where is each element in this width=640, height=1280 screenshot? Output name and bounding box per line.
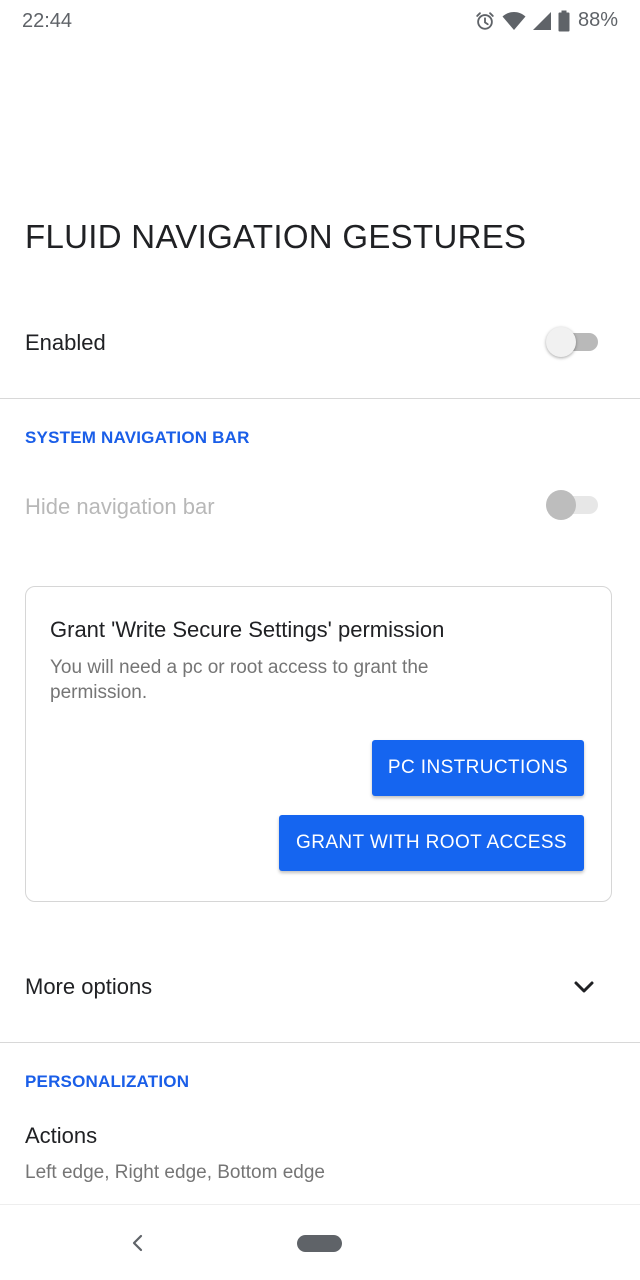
pc-instructions-button[interactable]: PC INSTRUCTIONS: [372, 740, 584, 796]
divider: [0, 1042, 640, 1043]
divider: [0, 398, 640, 399]
enabled-toggle[interactable]: [546, 327, 598, 357]
status-bar: 22:44 88%: [0, 0, 640, 44]
chevron-down-icon[interactable]: [572, 975, 596, 999]
permission-card: Grant 'Write Secure Settings' permission…: [25, 586, 612, 902]
grant-root-access-button[interactable]: GRANT WITH ROOT ACCESS: [279, 815, 584, 871]
section-header-system-navigation: SYSTEM NAVIGATION BAR: [25, 428, 250, 447]
hide-navigation-label: Hide navigation bar: [25, 494, 215, 519]
signal-icon: [532, 11, 552, 31]
toggle-thumb: [546, 490, 576, 520]
section-header-personalization: PERSONALIZATION: [25, 1072, 190, 1091]
page-title: FLUID NAVIGATION GESTURES: [25, 218, 527, 255]
screen: 22:44 88% FLUID NAVIGATION GESTURES Enab…: [0, 0, 640, 1280]
hide-navigation-toggle[interactable]: [546, 490, 598, 520]
system-nav-bar: [0, 1204, 640, 1280]
more-options-label: More options: [25, 974, 153, 999]
actions-label: Actions: [25, 1123, 98, 1148]
alarm-icon: [474, 10, 496, 32]
toggle-thumb: [546, 327, 576, 357]
permission-card-body: You will need a pc or root access to gra…: [50, 657, 429, 703]
status-icons: 88%: [474, 9, 618, 32]
battery-icon: [558, 10, 570, 32]
wifi-icon: [502, 11, 526, 31]
permission-card-title: Grant 'Write Secure Settings' permission: [50, 617, 445, 642]
back-icon[interactable]: [128, 1233, 148, 1253]
battery-percent: 88%: [577, 9, 618, 31]
status-time: 22:44: [22, 10, 73, 32]
enabled-label: Enabled: [25, 330, 106, 355]
actions-summary: Left edge, Right edge, Bottom edge: [25, 1162, 325, 1183]
home-pill-icon[interactable]: [297, 1235, 342, 1252]
